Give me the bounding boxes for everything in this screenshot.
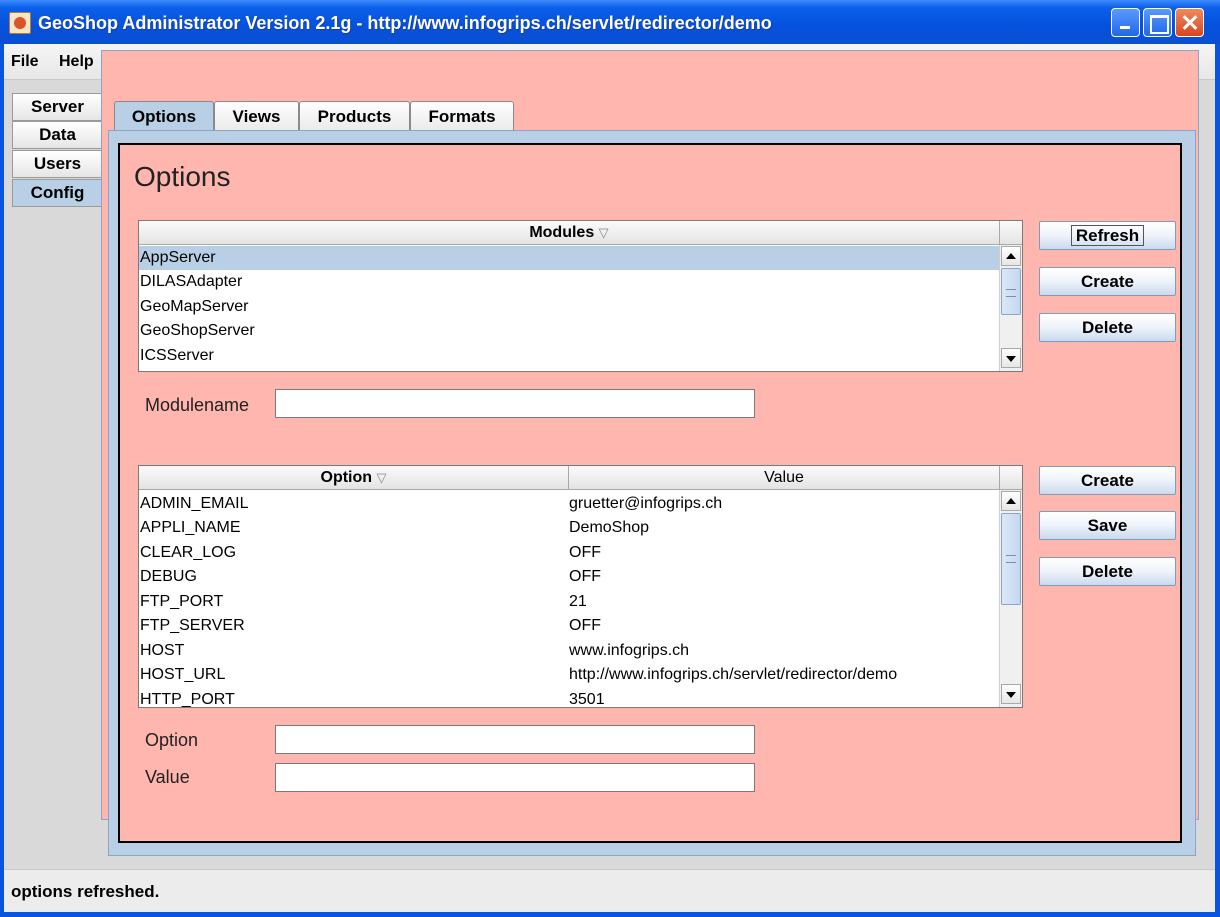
sort-indicator-icon: ▽ bbox=[376, 470, 387, 485]
option-input[interactable] bbox=[275, 725, 755, 754]
tab-options[interactable]: Options bbox=[114, 101, 214, 132]
option-row[interactable]: APPLI_NAME DemoShop bbox=[139, 516, 999, 540]
refresh-button[interactable]: Refresh bbox=[1039, 221, 1176, 250]
side-tab-config[interactable]: Config bbox=[12, 179, 102, 207]
tab-products[interactable]: Products bbox=[299, 101, 410, 132]
option-row[interactable]: FTP_SERVER OFF bbox=[139, 614, 999, 638]
value-input[interactable] bbox=[275, 763, 755, 792]
scroll-down-arrow-icon[interactable] bbox=[1001, 684, 1021, 704]
option-row[interactable]: HOST_URL http://www.infogrips.ch/servlet/… bbox=[139, 663, 999, 687]
table-corner bbox=[999, 466, 1022, 490]
window-title: GeoShop Administrator Version 2.1g - htt… bbox=[38, 13, 772, 33]
status-text: options refreshed. bbox=[11, 882, 160, 901]
side-tab-server[interactable]: Server bbox=[12, 93, 102, 121]
module-row[interactable]: ICSServer bbox=[139, 344, 999, 368]
module-row[interactable]: AppServer bbox=[139, 246, 999, 270]
status-bar: options refreshed. bbox=[4, 869, 1215, 912]
side-tab-users[interactable]: Users bbox=[12, 150, 102, 178]
option-row[interactable]: HOST www.infogrips.ch bbox=[139, 639, 999, 663]
create-module-button[interactable]: Create bbox=[1039, 267, 1176, 296]
close-button[interactable] bbox=[1175, 8, 1204, 37]
scroll-up-arrow-icon[interactable] bbox=[1001, 491, 1021, 511]
scroll-thumb[interactable] bbox=[1001, 268, 1021, 315]
save-option-button[interactable]: Save bbox=[1039, 511, 1176, 540]
menu-file[interactable]: File bbox=[11, 53, 39, 71]
tab-views[interactable]: Views bbox=[214, 101, 299, 132]
tab-formats[interactable]: Formats bbox=[410, 101, 514, 132]
option-label: Option bbox=[145, 730, 199, 750]
minimize-button[interactable] bbox=[1111, 8, 1140, 37]
modulename-input[interactable] bbox=[275, 389, 755, 418]
side-tab-data[interactable]: Data bbox=[12, 121, 102, 149]
modules-scrollbar[interactable] bbox=[999, 245, 1022, 371]
table-corner bbox=[999, 221, 1022, 245]
scroll-down-arrow-icon[interactable] bbox=[1001, 348, 1021, 368]
sort-indicator-icon: ▽ bbox=[598, 225, 609, 240]
create-option-button[interactable]: Create bbox=[1039, 466, 1176, 495]
scroll-thumb[interactable] bbox=[1001, 513, 1021, 605]
option-row[interactable]: CLEAR_LOG OFF bbox=[139, 541, 999, 565]
option-row[interactable]: FTP_PORT 21 bbox=[139, 590, 999, 614]
java-app-icon bbox=[9, 12, 31, 34]
value-label: Value bbox=[145, 767, 190, 787]
option-row[interactable]: HTTP_PORT 3501 bbox=[139, 688, 999, 707]
modulename-label: Modulename bbox=[145, 395, 250, 415]
module-row[interactable]: DILASAdapter bbox=[139, 270, 999, 294]
option-row[interactable]: ADMIN_EMAIL gruetter@infogrips.ch bbox=[139, 492, 999, 516]
title-bar[interactable]: GeoShop Administrator Version 2.1g - htt… bbox=[0, 0, 1220, 44]
value-column-header[interactable]: Value bbox=[569, 466, 999, 490]
maximize-button[interactable] bbox=[1143, 8, 1172, 37]
options-table: Option ▽ Value ADMIN_EMAIL gruetter@infog… bbox=[138, 465, 1023, 708]
scroll-up-arrow-icon[interactable] bbox=[1001, 246, 1021, 266]
modules-table: Modules ▽ AppServer DILASAdapter GeoMapS… bbox=[138, 220, 1023, 372]
option-column-header[interactable]: Option ▽ bbox=[139, 466, 569, 490]
delete-option-button[interactable]: Delete bbox=[1039, 557, 1176, 586]
page-title: Options bbox=[134, 161, 231, 192]
app-window: GeoShop Administrator Version 2.1g - htt… bbox=[0, 0, 1220, 917]
delete-module-button[interactable]: Delete bbox=[1039, 313, 1176, 342]
modules-column-header[interactable]: Modules ▽ bbox=[139, 221, 999, 245]
options-scrollbar[interactable] bbox=[999, 490, 1022, 707]
module-row[interactable]: GeoMapServer bbox=[139, 295, 999, 319]
option-row[interactable]: DEBUG OFF bbox=[139, 565, 999, 589]
menu-help[interactable]: Help bbox=[59, 53, 94, 71]
module-row[interactable]: GeoShopServer bbox=[139, 319, 999, 343]
